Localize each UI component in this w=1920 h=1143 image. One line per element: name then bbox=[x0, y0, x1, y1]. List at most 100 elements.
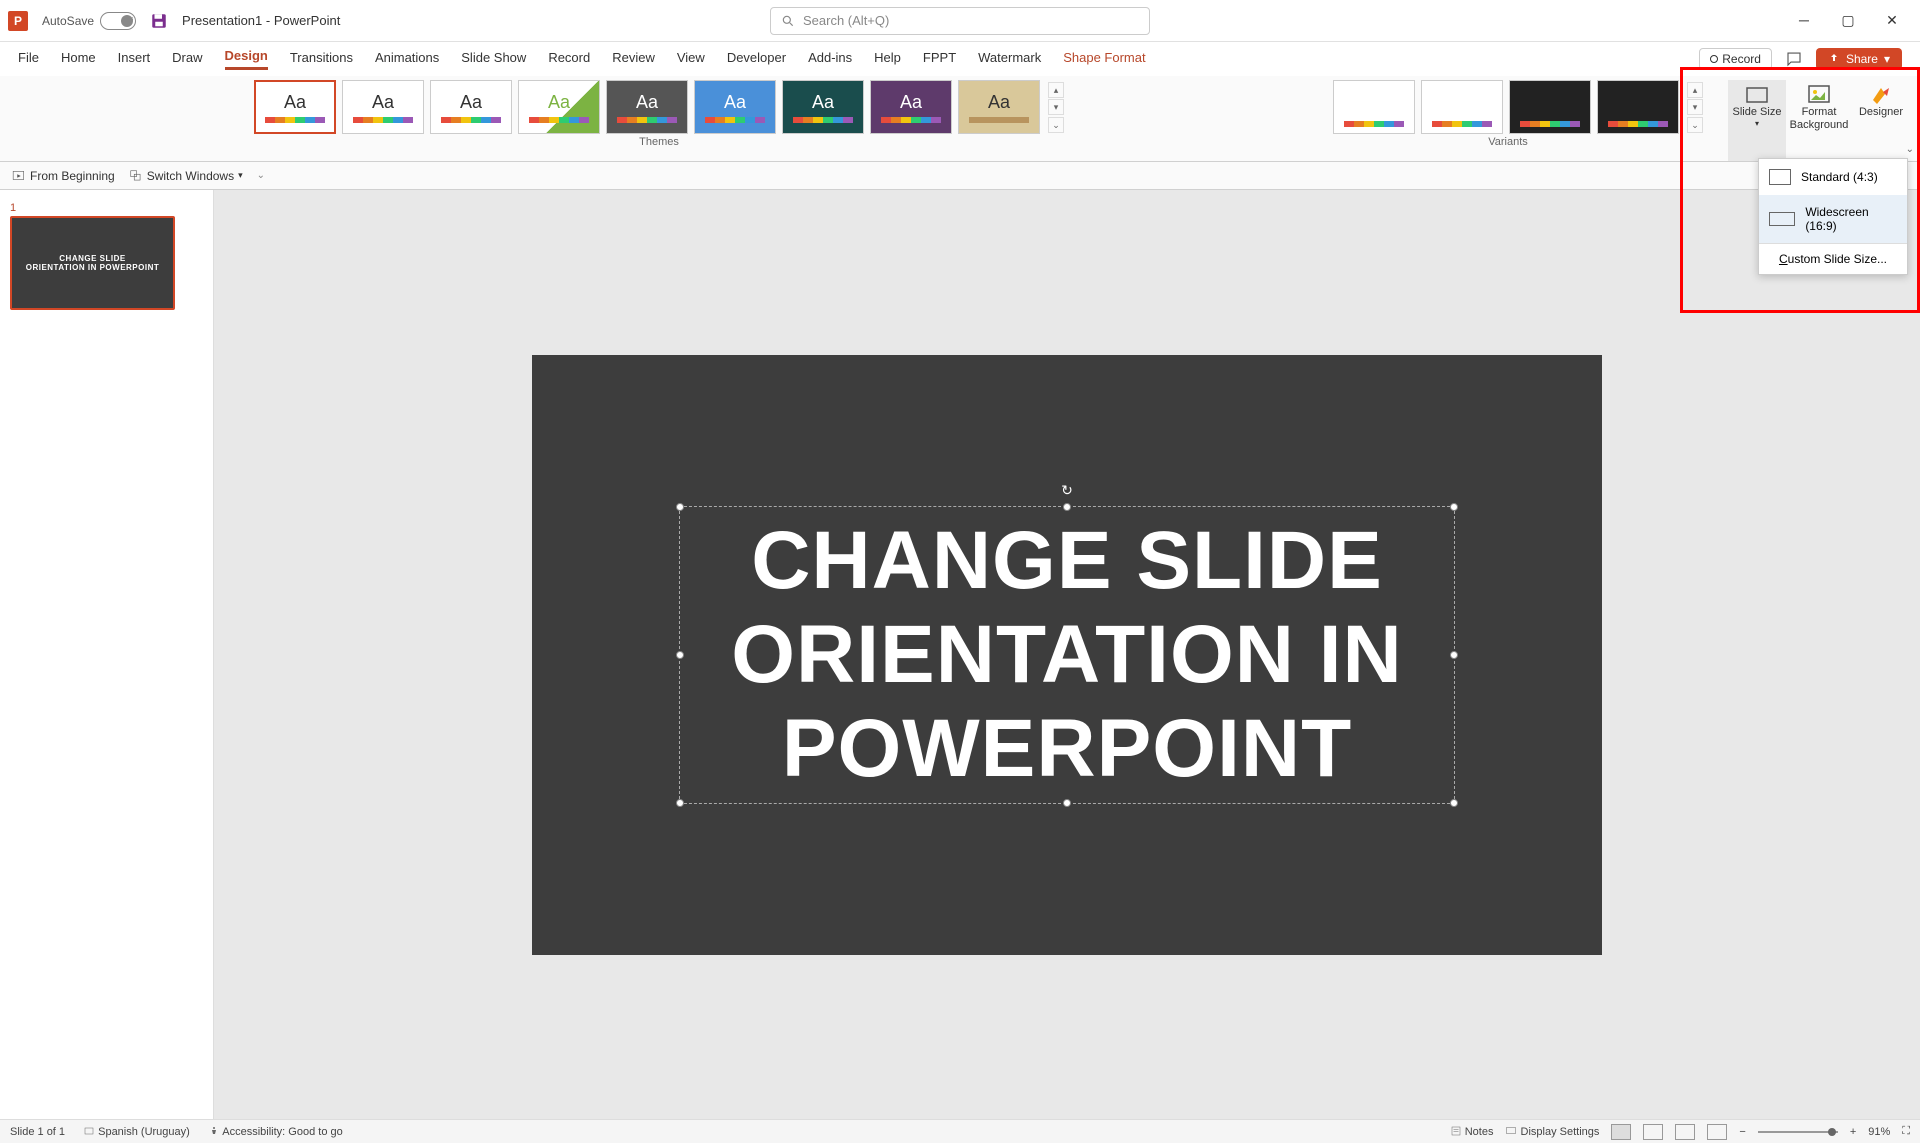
tab-insert[interactable]: Insert bbox=[118, 50, 151, 69]
tab-fppt[interactable]: FPPT bbox=[923, 50, 956, 69]
dropdown-item-widescreen[interactable]: Widescreen (16:9) bbox=[1759, 195, 1907, 243]
dropdown-item-custom[interactable]: Custom Slide Size... bbox=[1759, 244, 1907, 274]
switch-windows-button[interactable]: Switch Windows ▾ bbox=[129, 169, 243, 183]
windows-icon bbox=[129, 169, 143, 183]
resize-handle[interactable] bbox=[1450, 503, 1458, 511]
theme-thumb[interactable]: Aa bbox=[606, 80, 688, 134]
theme-thumb[interactable]: Aa bbox=[430, 80, 512, 134]
zoom-out-button[interactable]: − bbox=[1739, 1126, 1745, 1138]
tab-home[interactable]: Home bbox=[61, 50, 96, 69]
resize-handle[interactable] bbox=[1450, 799, 1458, 807]
dropdown-item-standard[interactable]: Standard (4:3) bbox=[1759, 159, 1907, 195]
theme-thumb[interactable]: Aa bbox=[782, 80, 864, 134]
slide-size-icon bbox=[1745, 84, 1769, 104]
rotate-handle-icon[interactable]: ↻ bbox=[1061, 482, 1073, 499]
tab-transitions[interactable]: Transitions bbox=[290, 50, 353, 69]
quick-access-bar: From Beginning Switch Windows ▾ ⌄ bbox=[0, 162, 1920, 190]
chevron-down-icon: ▾ bbox=[1884, 52, 1890, 66]
zoom-level[interactable]: 91% bbox=[1868, 1126, 1890, 1138]
slideshow-view-button[interactable] bbox=[1707, 1124, 1727, 1140]
chevron-down-icon: ▾ bbox=[238, 170, 243, 181]
slide-number: 1 bbox=[10, 202, 203, 214]
gallery-scroll[interactable]: ▴▾⌄ bbox=[1687, 80, 1703, 134]
tab-animations[interactable]: Animations bbox=[375, 50, 439, 69]
zoom-slider[interactable] bbox=[1758, 1131, 1838, 1133]
tab-shapeformat[interactable]: Shape Format bbox=[1063, 50, 1145, 69]
tab-watermark[interactable]: Watermark bbox=[978, 50, 1041, 69]
notes-icon bbox=[1450, 1125, 1462, 1137]
ratio-169-icon bbox=[1769, 212, 1795, 226]
record-dot-icon bbox=[1710, 55, 1718, 63]
themes-gallery: Aa Aa Aa Aa Aa Aa Aa Aa Aa ▴▾⌄ bbox=[254, 80, 1064, 134]
accessibility-status[interactable]: Accessibility: Good to go bbox=[208, 1125, 343, 1138]
ribbon-collapse-icon[interactable]: ⌄ bbox=[1906, 144, 1914, 155]
tab-slideshow[interactable]: Slide Show bbox=[461, 50, 526, 69]
variant-thumb[interactable] bbox=[1509, 80, 1591, 134]
tab-record[interactable]: Record bbox=[548, 50, 590, 69]
tab-developer[interactable]: Developer bbox=[727, 50, 786, 69]
gallery-scroll[interactable]: ▴▾⌄ bbox=[1048, 80, 1064, 134]
title-bar: P AutoSave Off Presentation1 - PowerPoin… bbox=[0, 0, 1920, 42]
tab-draw[interactable]: Draw bbox=[172, 50, 202, 69]
normal-view-button[interactable] bbox=[1611, 1124, 1631, 1140]
slide-thumbnail[interactable]: CHANGE SLIDE ORIENTATION IN POWERPOINT bbox=[10, 216, 175, 310]
tab-view[interactable]: View bbox=[677, 50, 705, 69]
theme-thumb[interactable]: Aa bbox=[694, 80, 776, 134]
title-textbox[interactable]: CHANGE SLIDE ORIENTATION IN POWERPOINT bbox=[687, 514, 1447, 796]
reading-view-button[interactable] bbox=[1675, 1124, 1695, 1140]
comments-button[interactable] bbox=[1782, 47, 1806, 71]
resize-handle[interactable] bbox=[1063, 799, 1071, 807]
ribbon: Aa Aa Aa Aa Aa Aa Aa Aa Aa ▴▾⌄ Themes ▴▾… bbox=[0, 76, 1920, 162]
slide-panel: 1 CHANGE SLIDE ORIENTATION IN POWERPOINT bbox=[0, 190, 214, 1119]
theme-thumb[interactable]: Aa bbox=[254, 80, 336, 134]
display-icon bbox=[1505, 1125, 1517, 1137]
tab-help[interactable]: Help bbox=[874, 50, 901, 69]
theme-thumb[interactable]: Aa bbox=[342, 80, 424, 134]
record-button[interactable]: Record bbox=[1699, 48, 1772, 70]
resize-handle[interactable] bbox=[1450, 651, 1458, 659]
autosave-label: AutoSave bbox=[42, 14, 94, 28]
variant-thumb[interactable] bbox=[1333, 80, 1415, 134]
fit-to-window-button[interactable]: ⛶ bbox=[1902, 1125, 1910, 1138]
close-button[interactable]: ✕ bbox=[1882, 12, 1902, 29]
language-status[interactable]: Spanish (Uruguay) bbox=[83, 1125, 190, 1138]
ribbon-tabs: File Home Insert Draw Design Transitions… bbox=[0, 42, 1920, 76]
designer-icon bbox=[1869, 84, 1893, 104]
designer-button[interactable]: Designer bbox=[1852, 80, 1910, 161]
theme-thumb[interactable]: Aa bbox=[518, 80, 600, 134]
resize-handle[interactable] bbox=[676, 503, 684, 511]
tab-design[interactable]: Design bbox=[225, 48, 268, 70]
save-icon[interactable] bbox=[150, 12, 168, 30]
sorter-view-button[interactable] bbox=[1643, 1124, 1663, 1140]
tab-review[interactable]: Review bbox=[612, 50, 655, 69]
share-button[interactable]: Share ▾ bbox=[1816, 48, 1902, 70]
search-placeholder: Search (Alt+Q) bbox=[803, 13, 889, 28]
format-background-button[interactable]: Format Background bbox=[1790, 80, 1848, 161]
variant-thumb[interactable] bbox=[1421, 80, 1503, 134]
resize-handle[interactable] bbox=[676, 651, 684, 659]
resize-handle[interactable] bbox=[676, 799, 684, 807]
qat-more-icon[interactable]: ⌄ bbox=[257, 170, 265, 181]
slide-counter[interactable]: Slide 1 of 1 bbox=[10, 1126, 65, 1138]
format-bg-icon bbox=[1807, 84, 1831, 104]
tab-addins[interactable]: Add-ins bbox=[808, 50, 852, 69]
document-title: Presentation1 - PowerPoint bbox=[182, 13, 340, 28]
slide-editor[interactable]: ↻ CHANGE SLIDE ORIENTATION IN POWERPOINT bbox=[214, 190, 1920, 1119]
slide-canvas[interactable]: ↻ CHANGE SLIDE ORIENTATION IN POWERPOINT bbox=[532, 355, 1602, 955]
notes-button[interactable]: Notes bbox=[1450, 1125, 1494, 1138]
autosave-toggle[interactable]: Off bbox=[100, 12, 136, 30]
autosave-control[interactable]: AutoSave Off bbox=[42, 12, 136, 30]
theme-thumb[interactable]: Aa bbox=[958, 80, 1040, 134]
zoom-in-button[interactable]: + bbox=[1850, 1126, 1856, 1138]
tab-file[interactable]: File bbox=[18, 50, 39, 69]
from-beginning-button[interactable]: From Beginning bbox=[12, 169, 115, 183]
search-icon bbox=[781, 14, 795, 28]
theme-thumb[interactable]: Aa bbox=[870, 80, 952, 134]
search-input[interactable]: Search (Alt+Q) bbox=[770, 7, 1150, 35]
maximize-button[interactable]: ▢ bbox=[1838, 12, 1858, 29]
slide-size-button[interactable]: Slide Size ▾ bbox=[1728, 80, 1786, 161]
display-settings-button[interactable]: Display Settings bbox=[1505, 1125, 1599, 1138]
resize-handle[interactable] bbox=[1063, 503, 1071, 511]
minimize-button[interactable]: ─ bbox=[1794, 12, 1814, 29]
variant-thumb[interactable] bbox=[1597, 80, 1679, 134]
